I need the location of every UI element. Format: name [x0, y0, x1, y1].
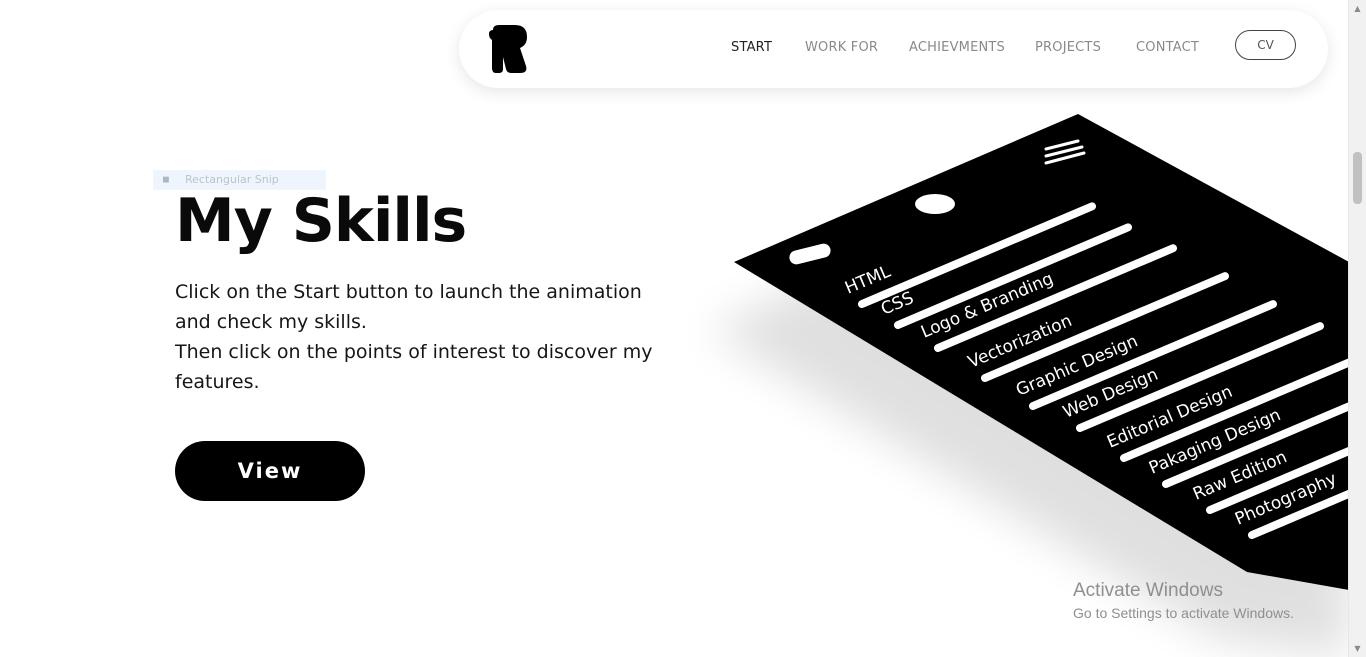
skill-label: HTML — [842, 262, 894, 299]
skill-bar — [894, 223, 1132, 329]
brand-logo[interactable] — [489, 24, 529, 74]
skill-bar — [1206, 404, 1349, 514]
phone-body — [734, 114, 1349, 590]
page-title: My Skills — [175, 186, 467, 256]
page-scrollbar[interactable]: ▲ ▼ — [1348, 0, 1366, 657]
cv-button[interactable]: CV — [1235, 30, 1296, 60]
snip-icon: ◼ — [162, 175, 170, 185]
skill-label: Photography — [1232, 469, 1340, 530]
skill-label: Web Design — [1060, 365, 1161, 423]
scroll-thumb[interactable] — [1353, 152, 1362, 204]
nav-achievments[interactable]: ACHIEVMENTS — [909, 40, 1005, 55]
hero-description: Click on the Start button to launch the … — [175, 277, 675, 397]
skill-label: Logo & Branding — [918, 269, 1056, 343]
skill-bar — [1162, 378, 1349, 488]
description-line-2: Then click on the points of interest to … — [175, 341, 653, 393]
view-button[interactable]: View — [175, 441, 365, 501]
windows-watermark-title: Activate Windows — [1073, 580, 1223, 601]
nav-projects[interactable]: PROJECTS — [1035, 40, 1101, 55]
skill-label: Editorial Design — [1104, 382, 1235, 453]
nav-start[interactable]: START — [731, 40, 772, 55]
nav-work-for[interactable]: WORK FOR — [805, 40, 878, 55]
camera-dot — [915, 194, 955, 214]
skill-label: Vectorization — [965, 311, 1075, 373]
skill-bar — [934, 244, 1177, 352]
skill-label: CSS — [878, 288, 917, 319]
skill-bar — [858, 202, 1096, 308]
menu-icon — [1044, 139, 1086, 165]
skill-label: Raw Edition — [1190, 447, 1290, 504]
skill-bar — [1120, 352, 1349, 462]
nav-contact[interactable]: CONTACT — [1136, 40, 1199, 55]
windows-watermark-subtitle: Go to Settings to activate Windows. — [1073, 605, 1294, 621]
skill-bar — [1076, 322, 1324, 432]
phone-shadow — [710, 190, 1349, 657]
skill-bar — [981, 272, 1229, 382]
description-line-1: Click on the Start button to launch the … — [175, 281, 642, 333]
scroll-down-arrow-icon[interactable]: ▼ — [1349, 640, 1366, 657]
skill-label: Pakaging Design — [1146, 405, 1284, 479]
speaker-pill — [789, 243, 831, 265]
skill-label: Graphic Design — [1013, 331, 1141, 400]
scroll-up-arrow-icon[interactable]: ▲ — [1349, 0, 1366, 17]
skill-bar — [1029, 300, 1277, 410]
top-navbar: START WORK FOR ACHIEVMENTS PROJECTS CONT… — [459, 10, 1328, 88]
